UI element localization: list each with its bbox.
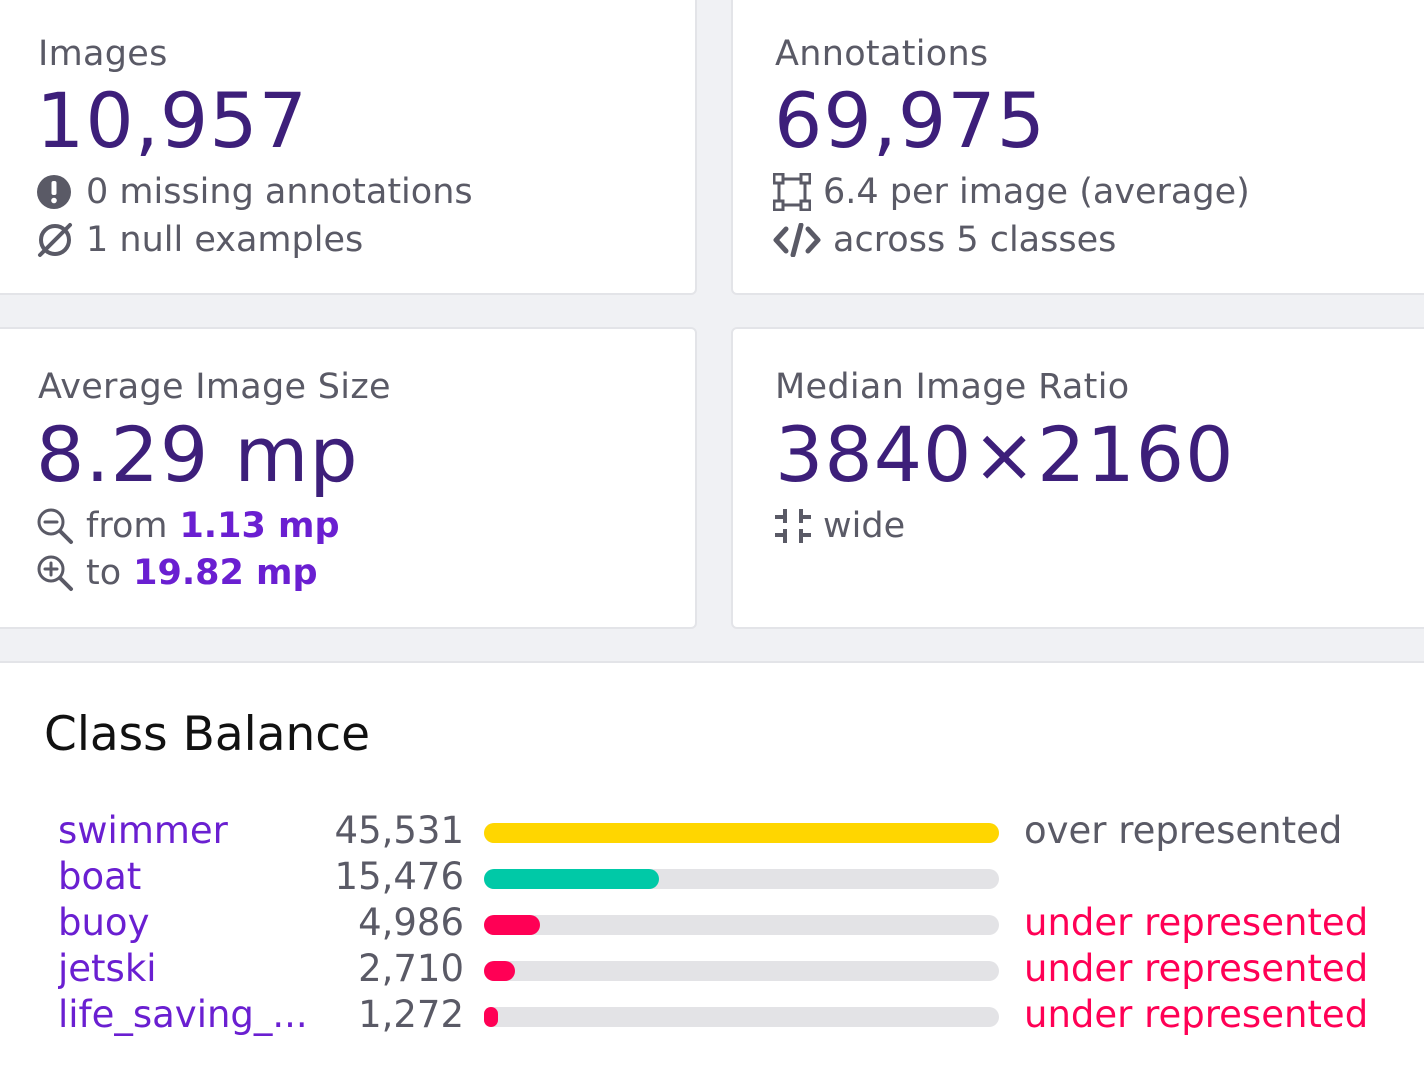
classes-row: across 5 classes xyxy=(773,220,1116,260)
class-name-link[interactable]: swimmer xyxy=(58,809,318,852)
class-row-swimmer: swimmer 45,531 over represented xyxy=(0,809,1424,855)
class-bar-fill xyxy=(484,1007,498,1027)
class-bar-fill xyxy=(484,961,515,981)
null-examples-row: 1 null examples xyxy=(36,220,363,260)
class-count: 45,531 xyxy=(334,809,464,852)
class-count: 4,986 xyxy=(358,901,464,944)
image-ratio-value: 3840×2160 xyxy=(775,410,1235,499)
class-row-buoy: buoy 4,986 under represented xyxy=(0,901,1424,947)
class-row-life-saving: life_saving_... 1,272 under represented xyxy=(0,993,1424,1039)
size-from-value: 1.13 mp xyxy=(179,506,340,546)
images-value: 10,957 xyxy=(36,76,308,165)
class-representation-note: under represented xyxy=(1024,947,1369,990)
annotations-label: Annotations xyxy=(775,34,989,74)
class-name-link[interactable]: jetski xyxy=(58,947,318,990)
class-representation-note: over represented xyxy=(1024,809,1343,852)
class-bar-track xyxy=(484,869,999,889)
images-label: Images xyxy=(38,34,168,74)
null-examples-text: 1 null examples xyxy=(86,220,364,260)
missing-annotations-text: 0 missing annotations xyxy=(86,172,473,212)
null-set-icon xyxy=(36,222,76,258)
per-image-text: 6.4 per image (average) xyxy=(823,172,1250,212)
image-ratio-label: Median Image Ratio xyxy=(775,367,1130,407)
class-balance-card: Class Balance swimmer 45,531 over repres… xyxy=(0,661,1424,1071)
size-to-prefix: to xyxy=(86,553,122,593)
images-card: Images 10,957 0 missing annotations 1 nu… xyxy=(0,0,697,295)
missing-annotations-row: 0 missing annotations xyxy=(36,172,473,212)
zoom-in-icon xyxy=(36,555,76,591)
class-row-jetski: jetski 2,710 under represented xyxy=(0,947,1424,993)
class-bar-track xyxy=(484,915,999,935)
class-bar-fill xyxy=(484,823,999,843)
class-bar-track xyxy=(484,1007,999,1027)
class-count: 1,272 xyxy=(358,993,464,1036)
image-size-value: 8.29 mp xyxy=(36,410,359,499)
class-count: 15,476 xyxy=(334,855,464,898)
bounding-box-icon xyxy=(773,173,813,211)
class-name-link[interactable]: life_saving_... xyxy=(58,993,318,1036)
per-image-row: 6.4 per image (average) xyxy=(773,172,1250,212)
zoom-out-icon xyxy=(36,508,76,544)
class-row-boat: boat 15,476 xyxy=(0,855,1424,901)
class-name-link[interactable]: boat xyxy=(58,855,318,898)
class-count: 2,710 xyxy=(358,947,464,990)
class-bar-fill xyxy=(484,869,659,889)
class-bar-fill xyxy=(484,915,540,935)
image-size-card: Average Image Size 8.29 mp from 1.13 mp … xyxy=(0,327,697,629)
class-name-link[interactable]: buoy xyxy=(58,901,318,944)
size-from-row: from 1.13 mp xyxy=(36,506,340,546)
orientation-row: wide xyxy=(773,506,905,546)
classes-text: across 5 classes xyxy=(833,220,1117,260)
class-bar-track xyxy=(484,823,999,843)
code-icon xyxy=(773,222,823,258)
aspect-ratio-icon xyxy=(773,508,813,544)
class-balance-title: Class Balance xyxy=(44,707,371,762)
orientation-text: wide xyxy=(823,506,906,546)
class-bar-track xyxy=(484,961,999,981)
size-to-row: to 19.82 mp xyxy=(36,553,318,593)
exclamation-circle-icon xyxy=(36,174,76,210)
class-representation-note: under represented xyxy=(1024,901,1369,944)
class-representation-note: under represented xyxy=(1024,993,1369,1036)
annotations-card: Annotations 69,975 6.4 per image (averag… xyxy=(731,0,1424,295)
annotations-value: 69,975 xyxy=(774,76,1046,165)
image-size-label: Average Image Size xyxy=(38,367,391,407)
image-ratio-card: Median Image Ratio 3840×2160 wide xyxy=(731,327,1424,629)
size-to-value: 19.82 mp xyxy=(133,553,318,593)
size-from-prefix: from xyxy=(86,506,168,546)
